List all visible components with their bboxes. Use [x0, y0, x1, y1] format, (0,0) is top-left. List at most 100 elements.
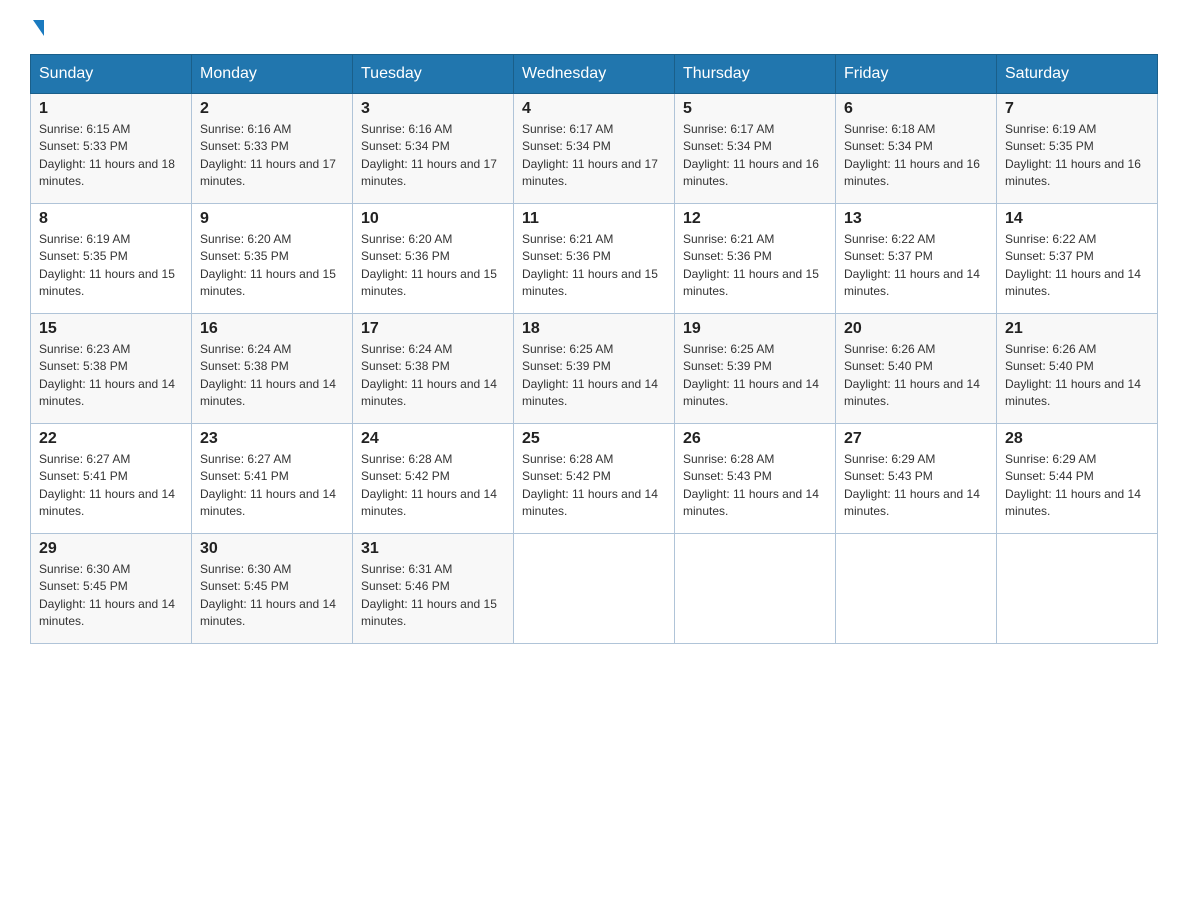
calendar-cell: 3 Sunrise: 6:16 AMSunset: 5:34 PMDaylight… [353, 94, 514, 204]
day-info: Sunrise: 6:24 AMSunset: 5:38 PMDaylight:… [200, 341, 344, 411]
day-number: 13 [844, 210, 988, 228]
calendar-cell: 26 Sunrise: 6:28 AMSunset: 5:43 PMDayligh… [675, 424, 836, 534]
logo [30, 20, 44, 38]
day-number: 15 [39, 320, 183, 338]
day-number: 18 [522, 320, 666, 338]
day-info: Sunrise: 6:21 AMSunset: 5:36 PMDaylight:… [522, 231, 666, 301]
day-number: 19 [683, 320, 827, 338]
day-info: Sunrise: 6:28 AMSunset: 5:42 PMDaylight:… [522, 451, 666, 521]
col-header-thursday: Thursday [675, 55, 836, 94]
day-info: Sunrise: 6:17 AMSunset: 5:34 PMDaylight:… [683, 121, 827, 191]
day-number: 9 [200, 210, 344, 228]
day-info: Sunrise: 6:29 AMSunset: 5:44 PMDaylight:… [1005, 451, 1149, 521]
day-number: 3 [361, 100, 505, 118]
calendar-cell: 19 Sunrise: 6:25 AMSunset: 5:39 PMDayligh… [675, 314, 836, 424]
calendar-cell: 13Sunrise: 6:22 AMSunset: 5:37 PMDayligh… [836, 204, 997, 314]
day-number: 2 [200, 100, 344, 118]
calendar-cell: 1 Sunrise: 6:15 AMSunset: 5:33 PMDaylight… [31, 94, 192, 204]
calendar-week-row: 15 Sunrise: 6:23 AMSunset: 5:38 PMDayligh… [31, 314, 1158, 424]
day-info: Sunrise: 6:24 AMSunset: 5:38 PMDaylight:… [361, 341, 505, 411]
day-number: 20 [844, 320, 988, 338]
calendar-header-row: SundayMondayTuesdayWednesdayThursdayFrid… [31, 55, 1158, 94]
day-number: 4 [522, 100, 666, 118]
day-info: Sunrise: 6:15 AMSunset: 5:33 PMDaylight:… [39, 121, 183, 191]
day-number: 6 [844, 100, 988, 118]
calendar-cell: 11 Sunrise: 6:21 AMSunset: 5:36 PMDayligh… [514, 204, 675, 314]
day-info: Sunrise: 6:26 AMSunset: 5:40 PMDaylight:… [1005, 341, 1149, 411]
day-number: 17 [361, 320, 505, 338]
day-info: Sunrise: 6:25 AMSunset: 5:39 PMDaylight:… [522, 341, 666, 411]
day-number: 7 [1005, 100, 1149, 118]
calendar-cell: 9 Sunrise: 6:20 AMSunset: 5:35 PMDaylight… [192, 204, 353, 314]
day-number: 29 [39, 540, 183, 558]
day-number: 28 [1005, 430, 1149, 448]
calendar-cell: 5 Sunrise: 6:17 AMSunset: 5:34 PMDaylight… [675, 94, 836, 204]
calendar-cell: 21 Sunrise: 6:26 AMSunset: 5:40 PMDayligh… [997, 314, 1158, 424]
logo-name [30, 20, 44, 38]
day-info: Sunrise: 6:16 AMSunset: 5:34 PMDaylight:… [361, 121, 505, 191]
day-number: 16 [200, 320, 344, 338]
calendar-cell: 27Sunrise: 6:29 AMSunset: 5:43 PMDayligh… [836, 424, 997, 534]
day-info: Sunrise: 6:27 AMSunset: 5:41 PMDaylight:… [200, 451, 344, 521]
calendar-cell [514, 534, 675, 644]
calendar-cell: 15 Sunrise: 6:23 AMSunset: 5:38 PMDayligh… [31, 314, 192, 424]
day-info: Sunrise: 6:19 AMSunset: 5:35 PMDaylight:… [39, 231, 183, 301]
calendar-table: SundayMondayTuesdayWednesdayThursdayFrid… [30, 54, 1158, 644]
day-number: 26 [683, 430, 827, 448]
col-header-monday: Monday [192, 55, 353, 94]
calendar-cell: 25 Sunrise: 6:28 AMSunset: 5:42 PMDayligh… [514, 424, 675, 534]
calendar-cell: 31 Sunrise: 6:31 AMSunset: 5:46 PMDayligh… [353, 534, 514, 644]
col-header-friday: Friday [836, 55, 997, 94]
day-number: 21 [1005, 320, 1149, 338]
day-info: Sunrise: 6:17 AMSunset: 5:34 PMDaylight:… [522, 121, 666, 191]
day-number: 1 [39, 100, 183, 118]
day-number: 8 [39, 210, 183, 228]
day-number: 5 [683, 100, 827, 118]
calendar-cell: 29 Sunrise: 6:30 AMSunset: 5:45 PMDayligh… [31, 534, 192, 644]
day-info: Sunrise: 6:28 AMSunset: 5:42 PMDaylight:… [361, 451, 505, 521]
day-number: 11 [522, 210, 666, 228]
day-number: 27 [844, 430, 988, 448]
calendar-cell: 2Sunrise: 6:16 AMSunset: 5:33 PMDaylight… [192, 94, 353, 204]
day-info: Sunrise: 6:19 AMSunset: 5:35 PMDaylight:… [1005, 121, 1149, 191]
day-number: 23 [200, 430, 344, 448]
calendar-cell: 6 Sunrise: 6:18 AMSunset: 5:34 PMDaylight… [836, 94, 997, 204]
calendar-cell: 10 Sunrise: 6:20 AMSunset: 5:36 PMDayligh… [353, 204, 514, 314]
day-info: Sunrise: 6:27 AMSunset: 5:41 PMDaylight:… [39, 451, 183, 521]
calendar-cell: 28 Sunrise: 6:29 AMSunset: 5:44 PMDayligh… [997, 424, 1158, 534]
day-number: 12 [683, 210, 827, 228]
day-info: Sunrise: 6:20 AMSunset: 5:35 PMDaylight:… [200, 231, 344, 301]
calendar-cell: 7 Sunrise: 6:19 AMSunset: 5:35 PMDaylight… [997, 94, 1158, 204]
calendar-week-row: 1 Sunrise: 6:15 AMSunset: 5:33 PMDaylight… [31, 94, 1158, 204]
calendar-cell: 30Sunrise: 6:30 AMSunset: 5:45 PMDayligh… [192, 534, 353, 644]
day-info: Sunrise: 6:30 AMSunset: 5:45 PMDaylight:… [39, 561, 183, 631]
calendar-cell: 23 Sunrise: 6:27 AMSunset: 5:41 PMDayligh… [192, 424, 353, 534]
day-info: Sunrise: 6:18 AMSunset: 5:34 PMDaylight:… [844, 121, 988, 191]
day-number: 30 [200, 540, 344, 558]
calendar-cell: 24 Sunrise: 6:28 AMSunset: 5:42 PMDayligh… [353, 424, 514, 534]
day-number: 22 [39, 430, 183, 448]
calendar-cell: 8 Sunrise: 6:19 AMSunset: 5:35 PMDaylight… [31, 204, 192, 314]
col-header-tuesday: Tuesday [353, 55, 514, 94]
day-info: Sunrise: 6:25 AMSunset: 5:39 PMDaylight:… [683, 341, 827, 411]
calendar-week-row: 8 Sunrise: 6:19 AMSunset: 5:35 PMDaylight… [31, 204, 1158, 314]
day-number: 10 [361, 210, 505, 228]
day-info: Sunrise: 6:21 AMSunset: 5:36 PMDaylight:… [683, 231, 827, 301]
day-number: 14 [1005, 210, 1149, 228]
calendar-cell [997, 534, 1158, 644]
col-header-saturday: Saturday [997, 55, 1158, 94]
calendar-cell: 17 Sunrise: 6:24 AMSunset: 5:38 PMDayligh… [353, 314, 514, 424]
day-number: 31 [361, 540, 505, 558]
logo-triangle-icon [33, 20, 44, 36]
calendar-cell: 14 Sunrise: 6:22 AMSunset: 5:37 PMDayligh… [997, 204, 1158, 314]
day-info: Sunrise: 6:31 AMSunset: 5:46 PMDaylight:… [361, 561, 505, 631]
day-number: 24 [361, 430, 505, 448]
day-info: Sunrise: 6:20 AMSunset: 5:36 PMDaylight:… [361, 231, 505, 301]
day-info: Sunrise: 6:28 AMSunset: 5:43 PMDaylight:… [683, 451, 827, 521]
col-header-wednesday: Wednesday [514, 55, 675, 94]
calendar-cell: 4 Sunrise: 6:17 AMSunset: 5:34 PMDaylight… [514, 94, 675, 204]
day-info: Sunrise: 6:22 AMSunset: 5:37 PMDaylight:… [1005, 231, 1149, 301]
day-info: Sunrise: 6:23 AMSunset: 5:38 PMDaylight:… [39, 341, 183, 411]
calendar-week-row: 22 Sunrise: 6:27 AMSunset: 5:41 PMDayligh… [31, 424, 1158, 534]
day-number: 25 [522, 430, 666, 448]
